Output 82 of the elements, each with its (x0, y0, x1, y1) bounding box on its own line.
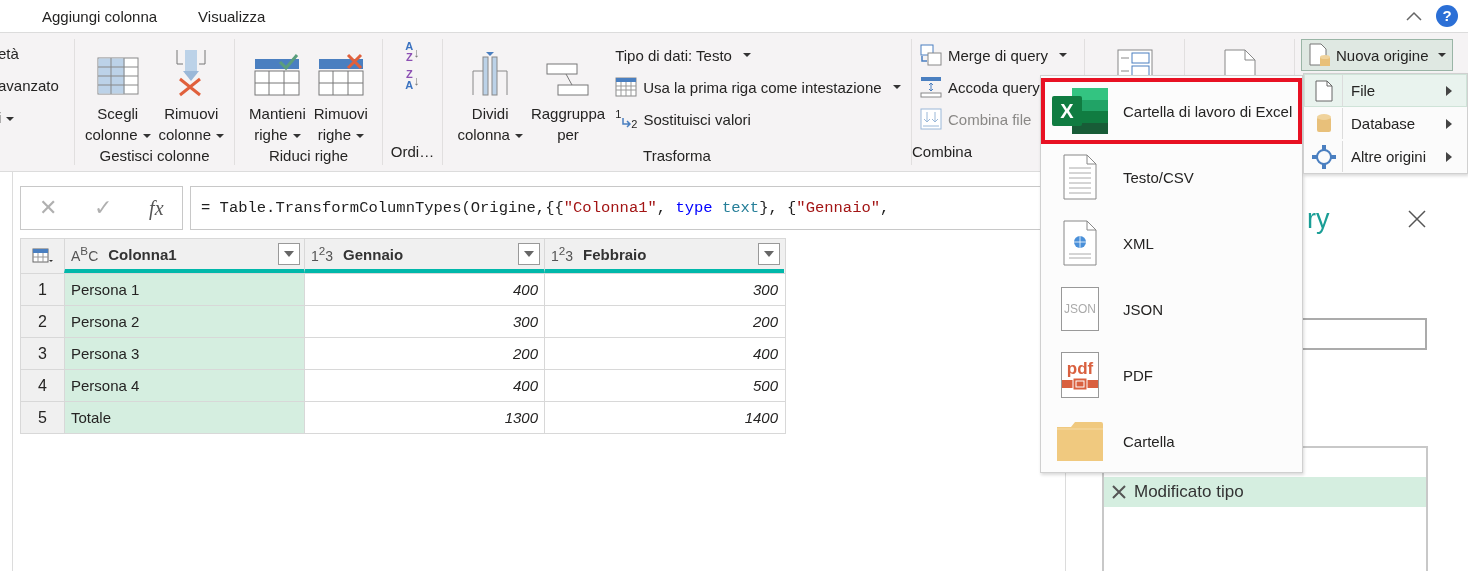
ribbon-button[interactable]: 1 2 Sostituisci valori (615, 103, 901, 135)
submenu-arrow-icon (1446, 118, 1452, 129)
table-cell: 200 (304, 338, 544, 369)
collapse-ribbon-icon[interactable] (1406, 11, 1422, 21)
table-cell: 400 (304, 274, 544, 305)
table-cell: 300 (544, 274, 784, 305)
group-label: Riduci righe (268, 146, 349, 166)
filter-dropdown[interactable] (758, 243, 780, 265)
help-button[interactable]: ? (1436, 5, 1458, 27)
combine-files-icon (920, 108, 942, 130)
close-icon[interactable] (1408, 210, 1426, 228)
table-cell: 200 (544, 306, 784, 337)
panel-title: ry (1307, 203, 1331, 235)
append-icon (920, 76, 942, 98)
row-number: 3 (21, 338, 64, 369)
ribbon-button[interactable]: Mantieni righe (245, 39, 310, 145)
columns-icon (96, 57, 139, 97)
connector-icon (1311, 144, 1336, 169)
group-label: Trasforma (643, 146, 711, 166)
function-button[interactable]: fx (149, 196, 164, 220)
table-cell: Persona 3 (64, 338, 304, 369)
new-source-button[interactable]: Nuova origine (1301, 39, 1453, 71)
ribbon-button[interactable]: Merge di query (920, 39, 1068, 71)
ribbon-button[interactable]: Rimuovi righe (309, 39, 372, 145)
group-by-icon (546, 63, 591, 97)
table-cell: 300 (304, 306, 544, 337)
group-label: Gestisci colonne (99, 146, 210, 166)
menu-item[interactable]: File (1304, 74, 1467, 107)
ribbon-button[interactable]: Raggruppa per (526, 39, 610, 145)
xml-file-icon (1063, 220, 1097, 266)
group-label: Ordi… (390, 142, 435, 162)
split-column-icon (470, 51, 511, 97)
column-header[interactable]: 1$^{2}$3 Febbraio (544, 239, 784, 273)
table-cell: 400 (544, 338, 784, 369)
menu-item[interactable]: JSON JSON (1041, 276, 1302, 342)
file-icon (1314, 79, 1333, 102)
group-label: Combina (912, 142, 973, 162)
row-number: 2 (21, 306, 64, 337)
text-file-icon (1063, 154, 1097, 200)
menu-item[interactable]: pdf PDF (1041, 342, 1302, 408)
json-file-icon: JSON (1061, 287, 1099, 331)
table-cell: Persona 4 (64, 370, 304, 401)
row-number: 1 (21, 274, 64, 305)
delete-icon[interactable] (1112, 485, 1126, 499)
ribbon-button[interactable]: Dividi colonna (453, 39, 527, 145)
submenu-arrow-icon (1446, 151, 1452, 162)
column-header[interactable]: 1$^{2}$3 Gennaio (304, 239, 544, 273)
menu-item[interactable]: Database (1304, 107, 1467, 140)
table-cell: 1400 (544, 402, 784, 433)
ribbon-button[interactable]: Tipo di dati: Testo (615, 39, 901, 71)
ribbon-button[interactable]: Scegli colonne (80, 39, 155, 145)
row-number: 4 (21, 370, 64, 401)
menu-item[interactable]: X Cartella di lavoro di Excel (1041, 78, 1302, 144)
table-icon (615, 77, 638, 97)
merge-icon (920, 44, 942, 66)
database-icon (1316, 113, 1331, 134)
submenu-arrow-icon (1446, 85, 1452, 96)
folder-icon (1057, 421, 1103, 461)
menu-item[interactable]: Altre origini (1304, 140, 1467, 173)
menu-item[interactable]: Cartella (1041, 408, 1302, 474)
remove-columns-icon (174, 49, 209, 97)
table-cell: 400 (304, 370, 544, 401)
filter-dropdown[interactable] (278, 243, 300, 265)
pdf-file-icon: pdf (1061, 352, 1099, 398)
ribbon-button[interactable]: Usa la prima riga come intestazione (615, 71, 901, 103)
document-database-icon (1308, 43, 1332, 67)
remove-rows-icon (317, 53, 364, 97)
row-number: 5 (21, 402, 64, 433)
caret-icon (524, 251, 534, 257)
ribbon-button[interactable]: Rimuovi colonne (154, 39, 229, 145)
ribbon-tab[interactable]: Aggiungi colonna (30, 3, 170, 29)
applied-step[interactable]: Modificato tipo (1104, 477, 1426, 507)
table-cell: Totale (64, 402, 304, 433)
table-cell: 500 (544, 370, 784, 401)
caret-icon (284, 251, 294, 257)
table-cell: 1300 (304, 402, 544, 433)
keep-rows-icon (254, 53, 301, 97)
table-cell: Persona 1 (64, 274, 304, 305)
table-cell: Persona 2 (64, 306, 304, 337)
ribbon-tab[interactable]: Visualizza (186, 3, 278, 29)
caret-icon (764, 251, 774, 257)
filter-dropdown[interactable] (518, 243, 540, 265)
